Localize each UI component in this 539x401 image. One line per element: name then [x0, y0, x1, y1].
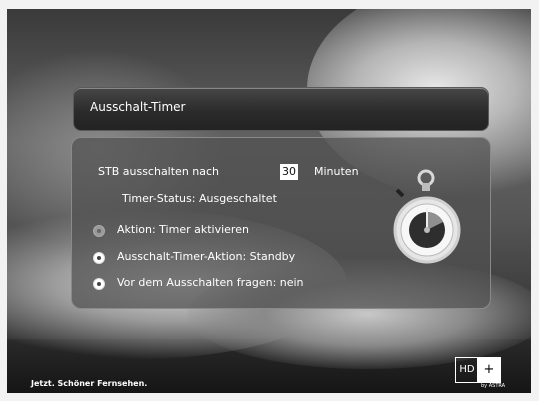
option-label: Ausschalt-Timer-Aktion: Standby: [117, 250, 296, 263]
radio-icon: [93, 278, 105, 290]
logo-by-astra: by ASTRA: [481, 383, 506, 389]
timer-status: Timer-Status: Ausgeschaltet: [122, 192, 277, 205]
logo-plus: +: [477, 357, 501, 383]
stb-off-label: STB ausschalten nach: [98, 165, 220, 178]
slogan: Jetzt. Schöner Fernsehen.: [31, 379, 148, 388]
timer-settings-panel: STB ausschalten nach 30 Minuten Timer-St…: [71, 137, 491, 309]
logo-hd: HD: [455, 357, 479, 383]
stopwatch-icon: [393, 169, 461, 264]
minutes-unit: Minuten: [314, 165, 359, 178]
tv-screen: Ausschalt-Timer STB ausschalten nach 30 …: [0, 0, 539, 401]
window-title: Ausschalt-Timer: [90, 100, 186, 114]
radio-icon: [93, 252, 105, 264]
minutes-input[interactable]: 30: [280, 164, 298, 180]
option-label: Aktion: Timer aktivieren: [117, 223, 249, 236]
window-title-bar: Ausschalt-Timer: [73, 87, 489, 131]
hdplus-logo: HD + by ASTRA: [455, 357, 505, 389]
option-label: Vor dem Ausschalten fragen: nein: [117, 276, 304, 289]
background-image: Ausschalt-Timer STB ausschalten nach 30 …: [7, 9, 531, 393]
radio-icon: [93, 225, 105, 237]
